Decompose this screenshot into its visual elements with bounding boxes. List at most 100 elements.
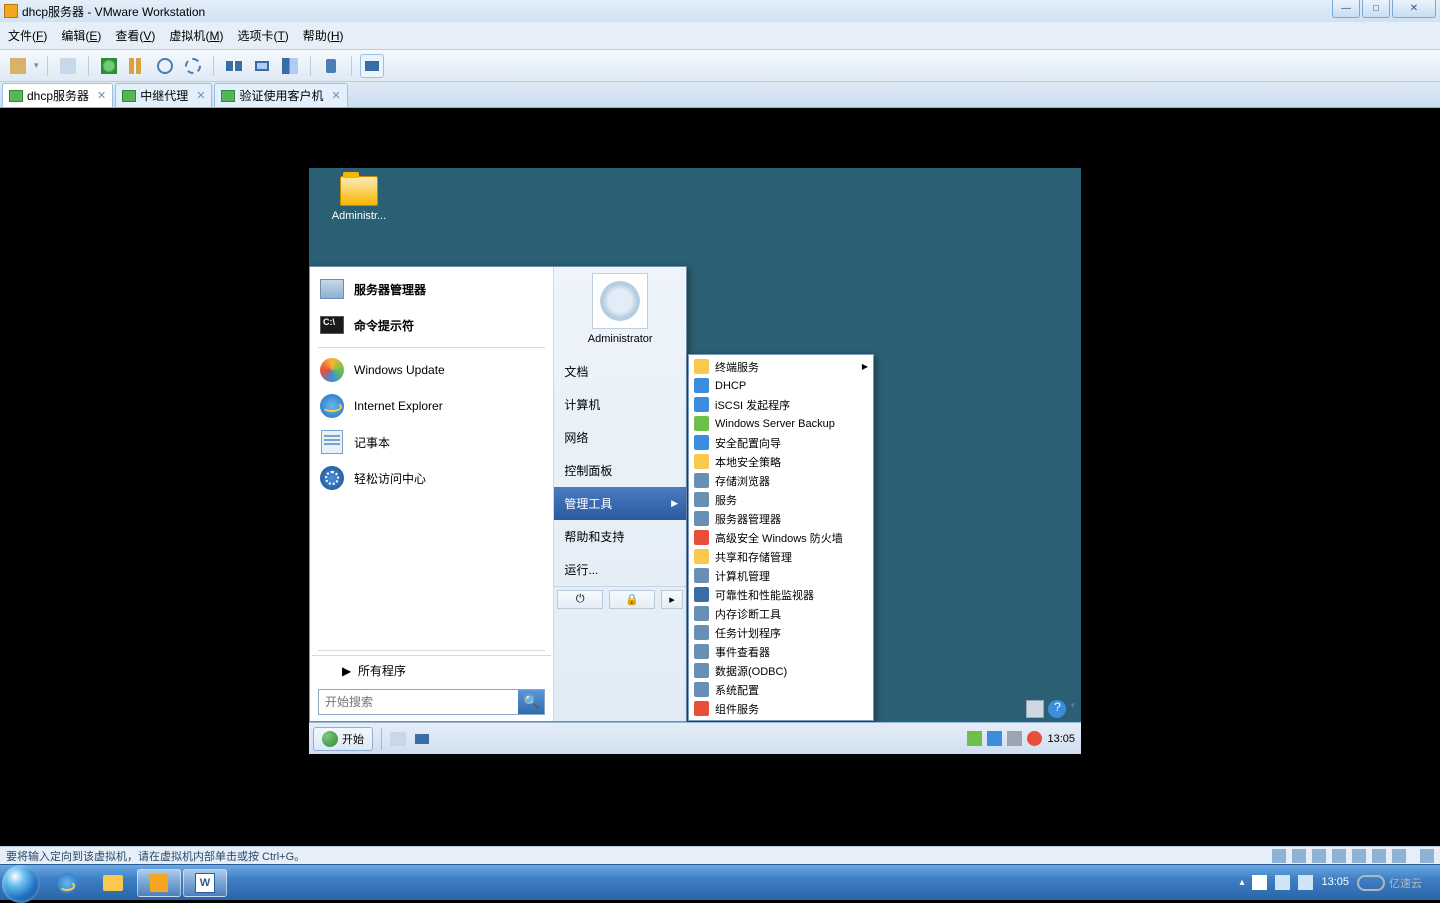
host-tb-explorer[interactable] [91, 869, 135, 897]
guest-start-button[interactable]: 开始 [313, 727, 373, 751]
power-options-arrow[interactable]: ▸ [661, 590, 683, 609]
tb-usb-icon[interactable] [319, 54, 343, 78]
nav-admin-tools[interactable]: 管理工具▶ [554, 487, 686, 520]
lock-button[interactable]: 🔒 [609, 590, 655, 609]
start-orb-icon [322, 731, 338, 747]
admin-tool-item[interactable]: 事件查看器 [690, 642, 872, 661]
power-button[interactable]: ⏻ [557, 590, 603, 609]
tb-poweron-icon[interactable] [97, 54, 121, 78]
guest-help-icon[interactable]: ? [1048, 700, 1066, 718]
menu-edit[interactable]: 编辑(E) [61, 27, 101, 44]
vm-console-viewport[interactable]: Administr... 服务器管理器 C:\命令提示符 Windows Upd… [0, 108, 1440, 864]
maximize-button[interactable]: □ [1362, 0, 1390, 18]
tray-action-center-icon[interactable] [1252, 875, 1267, 890]
vm-tab-dhcp[interactable]: dhcp服务器✕ [2, 83, 113, 107]
admin-tool-item[interactable]: 本地安全策略 [690, 452, 872, 471]
admin-tool-item[interactable]: 任务计划程序 [690, 623, 872, 642]
hw-nic-icon[interactable] [1332, 849, 1346, 863]
guest-quick-desktop[interactable] [411, 725, 433, 753]
hw-floppy-icon[interactable] [1312, 849, 1326, 863]
menu-help[interactable]: 帮助(H) [303, 27, 344, 44]
admin-tool-item[interactable]: 服务器管理器 [690, 509, 872, 528]
host-tb-ie[interactable] [45, 869, 89, 897]
hw-cd-icon[interactable] [1292, 849, 1306, 863]
tray-action-icon[interactable] [1007, 731, 1022, 746]
hw-display-icon[interactable] [1420, 849, 1434, 863]
item-ie[interactable]: Internet Explorer [312, 388, 551, 424]
admin-tool-item[interactable]: 数据源(ODBC) [690, 661, 872, 680]
pinned-server-manager[interactable]: 服务器管理器 [312, 271, 551, 307]
tray-alert-icon[interactable] [1027, 731, 1042, 746]
nav-documents[interactable]: 文档 [554, 355, 686, 388]
admin-tool-item[interactable]: iSCSI 发起程序 [690, 395, 872, 414]
admin-tool-item[interactable]: 安全配置向导 [690, 433, 872, 452]
tab-close-icon[interactable]: ✕ [97, 89, 106, 102]
host-tb-word[interactable]: W [183, 869, 227, 897]
guest-quick-server[interactable] [387, 725, 409, 753]
close-button[interactable]: ✕ [1392, 0, 1436, 18]
vmware-titlebar[interactable]: dhcp服务器 - VMware Workstation [0, 0, 1440, 22]
tray-show-hidden[interactable]: ▴ [1239, 877, 1244, 888]
menu-file[interactable]: 文件(F) [8, 27, 47, 44]
tray-security-icon[interactable] [967, 731, 982, 746]
tb-suspend-icon[interactable] [125, 54, 149, 78]
search-button[interactable]: 🔍 [518, 690, 544, 714]
desktop-admin-folder[interactable]: Administr... [324, 176, 394, 222]
tray-network-icon[interactable] [987, 731, 1002, 746]
hw-usb-icon[interactable] [1352, 849, 1366, 863]
all-programs[interactable]: ▶ 所有程序 [312, 655, 551, 685]
nav-network[interactable]: 网络 [554, 421, 686, 454]
admin-tool-item[interactable]: 可靠性和性能监视器 [690, 585, 872, 604]
user-avatar[interactable] [592, 273, 648, 329]
hw-sound-icon[interactable] [1372, 849, 1386, 863]
guest-desktop[interactable]: Administr... 服务器管理器 C:\命令提示符 Windows Upd… [309, 168, 1081, 754]
nav-computer[interactable]: 计算机 [554, 388, 686, 421]
item-notepad[interactable]: 记事本 [312, 424, 551, 460]
host-start-orb[interactable] [2, 865, 40, 903]
host-tb-vmware[interactable] [137, 869, 181, 897]
tab-close-icon[interactable]: ✕ [332, 89, 341, 102]
admin-tool-item[interactable]: 内存诊断工具 [690, 604, 872, 623]
admin-tool-item[interactable]: 共享和存储管理 [690, 547, 872, 566]
tb-unity-icon[interactable] [250, 54, 274, 78]
admin-tool-item[interactable]: 系统配置 [690, 680, 872, 699]
vm-tab-client[interactable]: 验证使用客户机✕ [214, 83, 347, 107]
tray-network-icon[interactable] [1275, 875, 1290, 890]
minimize-button[interactable]: — [1332, 0, 1360, 18]
tb-thumbnails-icon[interactable] [56, 54, 80, 78]
admin-tool-item[interactable]: 服务 [690, 490, 872, 509]
tb-snapshot-icon[interactable] [153, 54, 177, 78]
admin-tool-item[interactable]: 组件服务 [690, 699, 872, 718]
nav-help[interactable]: 帮助和支持 [554, 520, 686, 553]
tray-volume-icon[interactable] [1298, 875, 1313, 890]
nav-run[interactable]: 运行... [554, 553, 686, 586]
vm-tab-relay[interactable]: 中继代理✕ [115, 83, 212, 107]
admin-tool-item[interactable]: 终端服务▶ [690, 357, 872, 376]
hw-printer-icon[interactable] [1392, 849, 1406, 863]
admin-tool-item[interactable]: DHCP [690, 376, 872, 395]
menu-vm[interactable]: 虚拟机(M) [169, 27, 223, 44]
admin-tool-item[interactable]: 高级安全 Windows 防火墙 [690, 528, 872, 547]
admin-tool-item[interactable]: Windows Server Backup [690, 414, 872, 433]
hw-hdd-icon[interactable] [1272, 849, 1286, 863]
guest-clock[interactable]: 13:05 [1047, 733, 1075, 745]
menu-tabs[interactable]: 选项卡(T) [237, 27, 288, 44]
tb-fullscreen-icon[interactable] [360, 54, 384, 78]
nav-control-panel[interactable]: 控制面板 [554, 454, 686, 487]
host-clock[interactable]: 13:05 [1321, 876, 1349, 888]
admin-tool-item[interactable]: 存储浏览器 [690, 471, 872, 490]
tool-label: 组件服务 [715, 701, 759, 717]
tb-manage-icon[interactable] [181, 54, 205, 78]
tb-library-icon[interactable] [6, 54, 30, 78]
tb-console-icon[interactable] [222, 54, 246, 78]
item-accessibility[interactable]: 轻松访问中心 [312, 460, 551, 496]
tb-multimonitor-icon[interactable] [278, 54, 302, 78]
tab-close-icon[interactable]: ✕ [196, 89, 205, 102]
menu-view[interactable]: 查看(V) [115, 27, 155, 44]
guest-help-arrow[interactable]: ▾ [1070, 700, 1075, 718]
guest-options-icon[interactable] [1026, 700, 1044, 718]
search-input[interactable] [319, 690, 518, 714]
pinned-cmd[interactable]: C:\命令提示符 [312, 307, 551, 343]
admin-tool-item[interactable]: 计算机管理 [690, 566, 872, 585]
item-windows-update[interactable]: Windows Update [312, 352, 551, 388]
